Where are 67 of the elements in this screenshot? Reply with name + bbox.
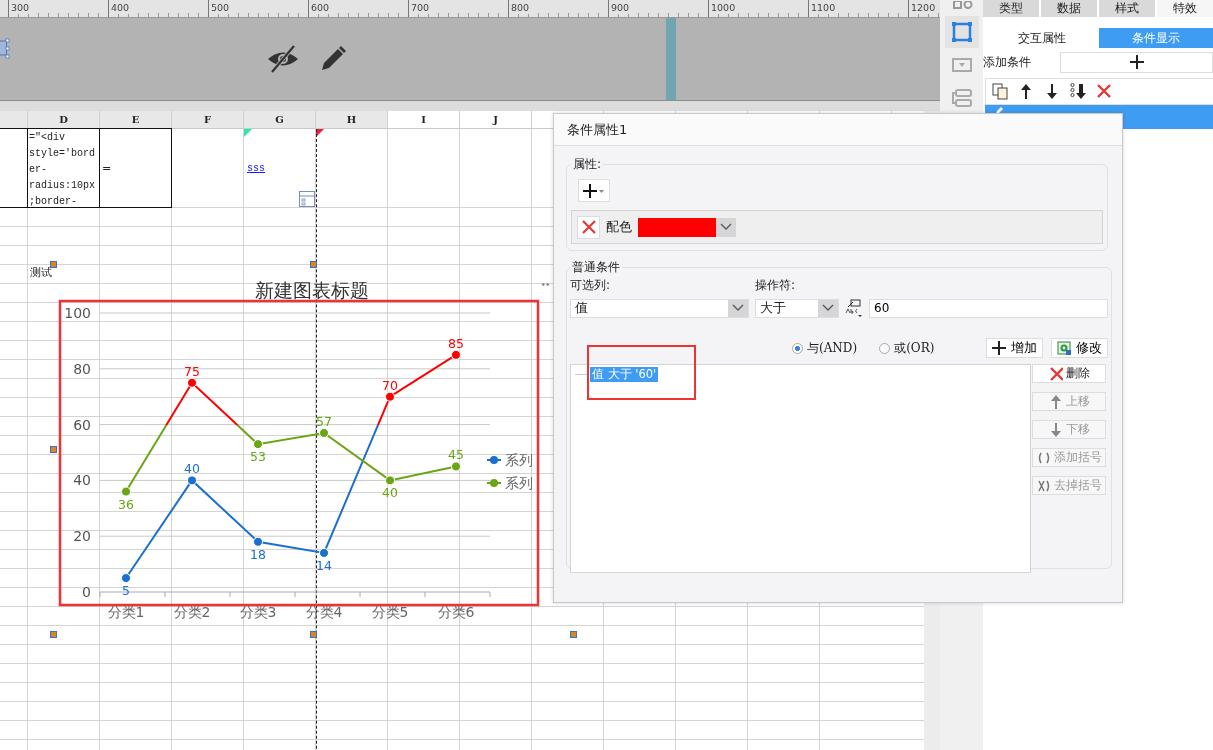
add-button[interactable]: 增加 — [986, 338, 1043, 358]
data-label: 18 — [250, 546, 266, 562]
column-header[interactable]: G — [244, 111, 316, 129]
edit-button[interactable]: 修改 — [1051, 338, 1108, 358]
cell-text: 测试 — [29, 266, 52, 279]
axis-label: 分类1 — [107, 604, 145, 620]
radio-button[interactable]: 与(AND) — [792, 339, 858, 357]
data-label: 75 — [184, 363, 200, 379]
axis-label: 分类3 — [239, 604, 277, 620]
column-header[interactable]: F — [172, 111, 244, 129]
column-header[interactable]: I — [388, 111, 460, 129]
axis-label: 分类4 — [305, 604, 343, 620]
axis-label: 60 — [73, 416, 91, 433]
data-label: 5 — [122, 583, 130, 599]
cell-text: = — [101, 161, 112, 175]
data-label: 70 — [382, 377, 398, 393]
ruler-label: 600 — [309, 2, 330, 14]
section-title: 普通条件 — [571, 259, 621, 276]
ruler-label: 500 — [209, 2, 230, 14]
axis-label: 100 — [64, 305, 91, 321]
data-label: 45 — [448, 447, 464, 463]
dropdown[interactable]: 大于 — [755, 298, 839, 318]
delete-button[interactable]: 删除 — [1032, 364, 1106, 383]
value-field[interactable]: 60 — [869, 298, 1108, 318]
column-header[interactable]: D — [28, 111, 100, 129]
data-label: 40 — [382, 485, 398, 501]
ruler-label: 1000 — [709, 2, 736, 14]
section-title: 属性: — [572, 156, 603, 173]
ruler-label: 700 — [409, 2, 430, 14]
column-header[interactable]: J — [460, 111, 532, 129]
dialog-title: 条件属性1 — [554, 114, 1122, 146]
data-label: 53 — [250, 449, 266, 465]
ruler-label: 1100 — [809, 2, 836, 14]
ruler-label: 400 — [109, 2, 130, 14]
label: 配色 — [606, 218, 632, 236]
axis-label: 80 — [73, 360, 91, 377]
label: 操作符: — [755, 277, 796, 294]
tab[interactable]: 样式 — [1099, 0, 1155, 17]
ruler-label: 300 — [9, 2, 30, 14]
label: 添加条件 — [983, 53, 1032, 71]
axis-label: 分类2 — [173, 604, 211, 620]
ruler-label: 900 — [609, 2, 630, 14]
data-label: 85 — [448, 335, 464, 351]
axis-label: 20 — [73, 528, 91, 545]
label: 可选列: — [570, 277, 612, 294]
radio-button[interactable]: 或(OR) — [879, 339, 935, 357]
ruler-label: 1200 — [909, 2, 936, 14]
axis-label: 0 — [82, 584, 91, 600]
data-label: 40 — [184, 461, 200, 477]
cell-text: ="<div style='border-radius:10px;border- — [28, 131, 96, 209]
axis-label: 分类5 — [371, 604, 409, 620]
tab[interactable]: 特效 — [1157, 0, 1213, 17]
column-header[interactable]: E — [100, 111, 172, 129]
axis-label: 40 — [73, 472, 91, 489]
ruler-label: 800 — [509, 2, 530, 14]
legend-label: 系列 — [505, 452, 533, 468]
legend-label: 系列 — [505, 475, 533, 491]
column-header[interactable]: H — [316, 111, 388, 129]
axis-label: 分类6 — [437, 604, 475, 620]
link[interactable]: sss — [244, 162, 265, 174]
data-label: 36 — [118, 496, 134, 512]
data-label: 57 — [316, 413, 332, 429]
tab[interactable]: 数据 — [1041, 0, 1097, 17]
tab[interactable]: 类型 — [983, 0, 1039, 17]
chart-title: 新建图表标题 — [255, 279, 369, 301]
dropdown[interactable]: 值 — [570, 298, 749, 318]
data-label: 14 — [316, 557, 332, 573]
